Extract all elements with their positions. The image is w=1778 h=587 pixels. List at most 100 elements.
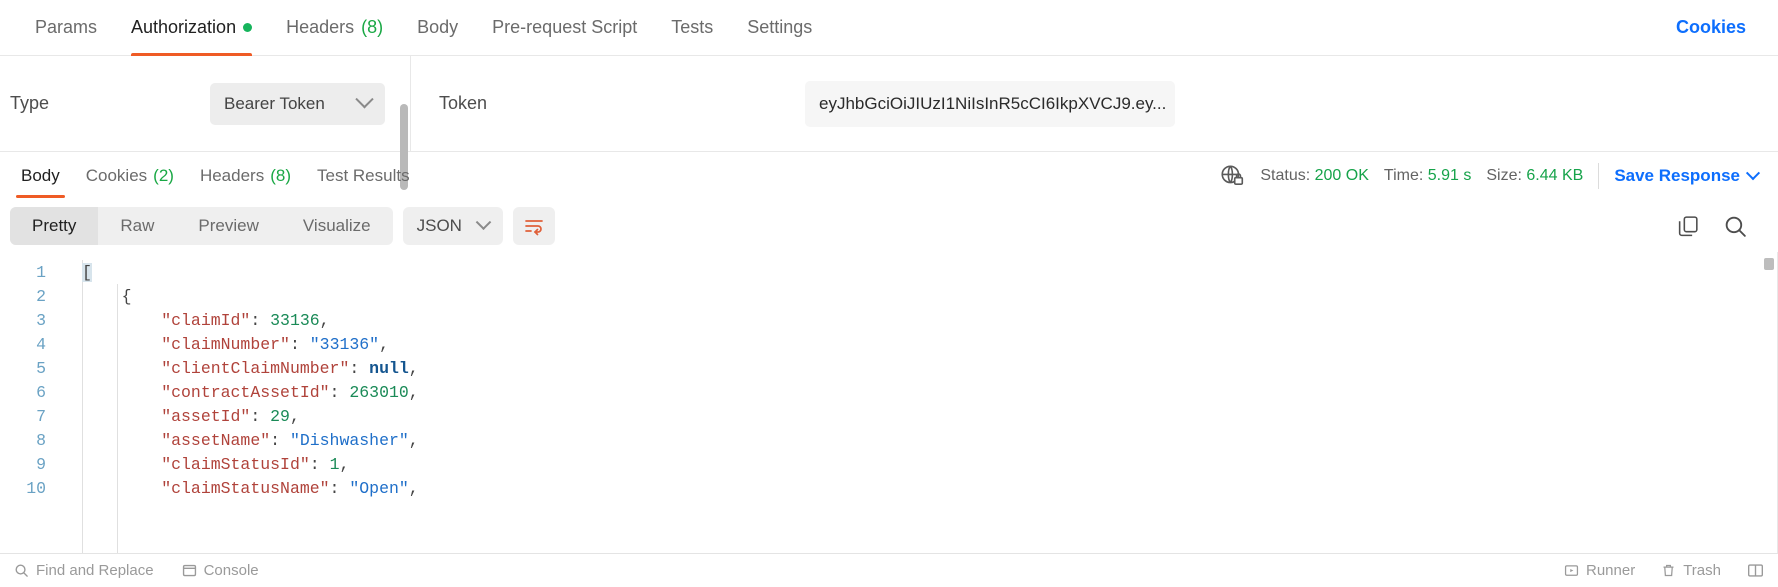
code-token: , [408, 382, 419, 402]
code-line: 7 "assetId": 29, [0, 404, 1778, 428]
code-line-text[interactable]: [ [82, 262, 92, 282]
tab-settings[interactable]: Settings [730, 0, 829, 56]
response-tab-test-results[interactable]: Test Results [304, 152, 423, 200]
code-line: 9 "claimStatusId": 1, [0, 452, 1778, 476]
tab-pre-request-script[interactable]: Pre-request Script [475, 0, 654, 56]
console-icon [182, 563, 197, 578]
code-token: 263010 [349, 382, 409, 402]
wrap-lines-button[interactable] [512, 207, 555, 245]
tab-params[interactable]: Params [18, 0, 114, 56]
view-mode-label: Pretty [32, 216, 77, 235]
code-token: 33136 [270, 310, 320, 330]
tab-tests[interactable]: Tests [654, 0, 730, 56]
status-text: Status: 200 OK [1260, 167, 1369, 185]
token-label: Token [439, 93, 488, 113]
view-mode-label: Raw [120, 216, 155, 235]
copy-icon[interactable] [1676, 214, 1701, 239]
runner-button[interactable]: Runner [1564, 562, 1635, 579]
size-label: Size: [1486, 167, 1522, 184]
save-response-button[interactable]: Save Response [1614, 166, 1761, 186]
code-line-text[interactable]: "claimNumber": "33136", [82, 335, 389, 354]
tab-authorization[interactable]: Authorization [114, 0, 269, 56]
code-line-text[interactable]: "claimId": 33136, [82, 310, 330, 330]
code-line-text[interactable]: "claimStatusId": 1, [82, 455, 349, 474]
code-token: , [319, 310, 330, 330]
line-number: 10 [26, 478, 46, 498]
status-label: Status: [1260, 167, 1311, 184]
code-token: : [309, 454, 330, 474]
response-meta: Status: 200 OK Time: 5.91 s Size: 6.44 K… [1219, 163, 1770, 189]
status-bar-right: Runner Trash [1564, 562, 1764, 579]
line-number: 5 [36, 358, 46, 378]
code-token: , [408, 430, 419, 450]
code-token: , [339, 454, 350, 474]
tab-label: Authorization [131, 17, 237, 37]
save-response-label: Save Response [1614, 166, 1740, 185]
code-token: null [369, 358, 409, 378]
trash-button[interactable]: Trash [1661, 562, 1721, 579]
code-token: , [379, 334, 389, 354]
layout-toggle-button[interactable] [1747, 563, 1764, 578]
view-mode-label: Preview [198, 216, 259, 235]
code-token: : [270, 430, 290, 450]
auth-type-select[interactable]: Bearer Token [210, 82, 385, 125]
response-tab-bar: Body Cookies (2) Headers (8) Test Result… [0, 152, 1778, 200]
search-icon [14, 563, 29, 578]
code-scrollbar-track[interactable] [1764, 258, 1774, 553]
view-mode-label: Visualize [302, 216, 371, 235]
postman-response-pane: Params Authorization Headers (8) Body Pr… [0, 0, 1778, 587]
tab-label: Body [21, 166, 60, 185]
line-number: 3 [36, 310, 46, 330]
code-token: "33136" [309, 334, 380, 354]
tab-headers[interactable]: Headers (8) [269, 0, 400, 56]
code-line-text[interactable]: "claimStatusName": "Open", [82, 478, 419, 498]
view-mode-raw[interactable]: Raw [98, 207, 176, 245]
response-body-code-viewer[interactable]: 1[2 {3 "claimId": 33136, 4 "claimNumber":… [0, 252, 1778, 553]
view-mode-preview[interactable]: Preview [176, 207, 280, 245]
cookies-link[interactable]: Cookies [1676, 17, 1760, 38]
tab-label: Cookies [85, 166, 148, 185]
line-number: 2 [36, 286, 46, 306]
view-mode-visualize[interactable]: Visualize [281, 207, 393, 245]
code-line-text[interactable]: "contractAssetId": 263010, [82, 382, 419, 402]
view-mode-segmented-control: Pretty Raw Preview Visualize [10, 207, 393, 245]
response-tab-headers[interactable]: Headers (8) [187, 152, 304, 200]
code-line-text[interactable]: { [82, 287, 132, 306]
code-line: 4 "claimNumber": "33136", [0, 332, 1778, 356]
auth-configured-dot-icon [243, 23, 253, 32]
console-button[interactable]: Console [182, 562, 273, 579]
response-tab-body[interactable]: Body [8, 152, 73, 200]
code-token: "Dishwasher" [289, 430, 409, 450]
code-token: , [408, 478, 419, 498]
response-tab-cookies[interactable]: Cookies (2) [73, 152, 187, 200]
auth-token-section: Token eyJhbGciOiJIUzI1NiIsInR5cCI6IkpXVC… [411, 56, 1778, 151]
status-value: 200 OK [1314, 167, 1369, 184]
code-scrollbar-thumb[interactable] [1764, 258, 1774, 270]
code-token: : [329, 478, 350, 498]
response-format-select[interactable]: JSON [402, 207, 503, 245]
time-text: Time: 5.91 s [1384, 167, 1471, 185]
line-number: 6 [36, 382, 46, 402]
line-number: 4 [36, 334, 46, 354]
network-lock-icon[interactable] [1219, 163, 1245, 189]
tab-label: Pre-request Script [492, 17, 638, 37]
token-input[interactable]: eyJhbGciOiJIUzI1NiIsInR5cCI6IkpXVCJ9.ey.… [805, 80, 1175, 127]
code-token: 1 [329, 454, 340, 474]
tab-body[interactable]: Body [400, 0, 475, 56]
search-icon[interactable] [1723, 214, 1748, 239]
code-token: : [289, 334, 310, 354]
code-line-text[interactable]: "assetName": "Dishwasher", [82, 430, 419, 450]
find-and-replace-button[interactable]: Find and Replace [14, 562, 168, 579]
code-line-text[interactable]: "clientClaimNumber": null, [82, 358, 418, 378]
view-mode-pretty[interactable]: Pretty [10, 207, 99, 245]
auth-type-section: Type Bearer Token [0, 56, 410, 151]
meta-divider [1598, 163, 1600, 189]
runner-label: Runner [1586, 562, 1636, 579]
code-line-text[interactable]: "assetId": 29, [82, 407, 300, 426]
response-format-value: JSON [416, 216, 462, 235]
line-number: 1 [36, 262, 46, 282]
